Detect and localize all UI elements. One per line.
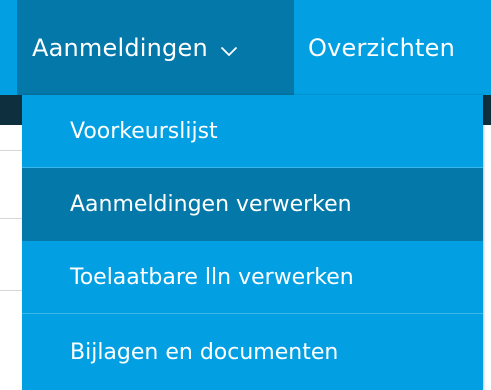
menu-item-bijlagen-en-documenten[interactable]: Bijlagen en documenten [22,314,483,390]
menu-item-label: Voorkeurslijst [70,118,218,144]
menu-item-aanmeldingen-verwerken[interactable]: Aanmeldingen verwerken [22,168,483,241]
screenshot-stage: Aanmeldingen Overzichten Voorkeurslijst … [0,0,491,390]
nav-item-label: Aanmeldingen [32,33,208,62]
menu-item-label: Toelaatbare lln verwerken [70,264,354,290]
page-divider [0,150,22,151]
chevron-down-icon [220,35,238,63]
menu-item-voorkeurslijst[interactable]: Voorkeurslijst [22,95,483,168]
menu-item-toelaatbare-lln-verwerken[interactable]: Toelaatbare lln verwerken [22,241,483,314]
nav-item-aanmeldingen[interactable]: Aanmeldingen [17,0,294,95]
page-divider [0,218,22,219]
top-navigation-bar: Aanmeldingen Overzichten [0,0,491,95]
aanmeldingen-dropdown-menu: Voorkeurslijst Aanmeldingen verwerken To… [22,95,483,390]
page-header-strip-left [0,95,22,125]
nav-item-label: Overzichten [308,33,455,62]
page-background-left [0,95,22,390]
page-header-strip-right [483,95,491,125]
page-divider [0,290,22,291]
menu-item-label: Bijlagen en documenten [70,339,339,365]
page-background-right [483,95,491,390]
menu-item-label: Aanmeldingen verwerken [70,191,352,217]
nav-item-overzichten[interactable]: Overzichten [294,0,491,95]
